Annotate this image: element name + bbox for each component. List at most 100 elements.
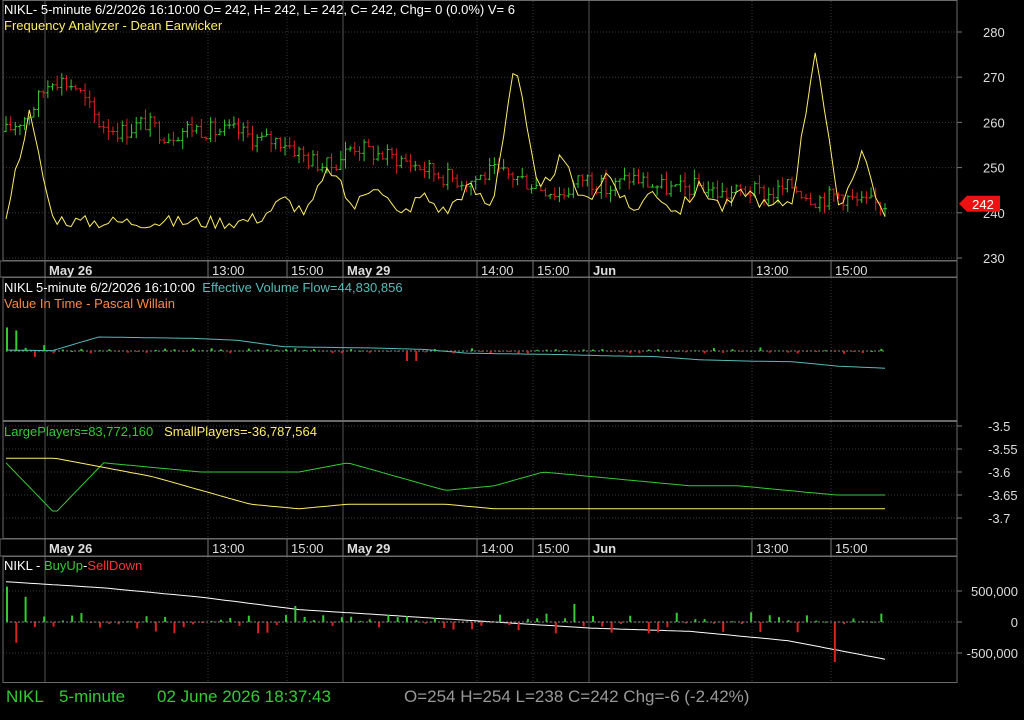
value-in-time-bar (675, 350, 678, 352)
value-in-time-bar (815, 351, 818, 352)
buysell-axis-label-2: -500,000 (967, 646, 1018, 661)
value-in-time-bar (15, 330, 18, 351)
value-in-time-bar (694, 350, 697, 352)
selldown-bar (796, 622, 799, 633)
value-in-time-bar (592, 349, 594, 351)
value-in-time-bar (33, 351, 36, 357)
selldown-bar (257, 622, 260, 634)
value-in-time-bar (182, 351, 185, 352)
value-in-time-bar (768, 351, 771, 353)
effective-volume-flow-line (5, 336, 886, 369)
selldown-bar (322, 615, 325, 622)
selldown-bar (778, 617, 781, 622)
value-in-time-bar (610, 351, 613, 352)
value-in-time-bar (433, 348, 436, 351)
selldown-bar (610, 622, 613, 633)
selldown-bar (285, 615, 288, 622)
selldown-bar (52, 622, 55, 627)
value-in-time-bar (303, 349, 306, 351)
small-players-label: SmallPlayers=-36,787,564 (164, 424, 317, 439)
selldown-bar (759, 622, 762, 633)
selldown-bar (396, 617, 399, 622)
value-in-time-bar (545, 349, 548, 351)
value-in-time-bar (833, 351, 836, 352)
selldown-bar (433, 617, 436, 622)
time-label-1-7: 13:00 (756, 541, 789, 556)
buysell-axis-label-0: 500,000 (971, 584, 1018, 599)
value-in-time-bar (712, 348, 715, 351)
selldown-bar (247, 615, 250, 622)
selldown-bar (508, 622, 511, 626)
value-in-time-bar (285, 349, 288, 351)
value-in-time-bar (117, 351, 120, 352)
value-in-time-bar (405, 351, 408, 361)
selldown-bar (657, 622, 660, 633)
time-label-1-2: 15:00 (291, 541, 324, 556)
selldown-bar (833, 622, 836, 662)
value-in-time-bar (266, 349, 269, 351)
selldown-bar (666, 622, 669, 628)
selldown-bar (647, 622, 650, 634)
volume-flow-symbol: NIKL 5-minute 6/2/2026 16:10:00 (4, 280, 196, 295)
selldown-bar (498, 614, 501, 622)
value-in-time-bar (89, 351, 92, 354)
value-in-time-bar (508, 351, 511, 352)
time-label-1-8: 15:00 (835, 541, 868, 556)
value-in-time-bar (526, 351, 529, 354)
players-axis-label-4: -3.7 (988, 511, 1010, 526)
value-in-time-bar (843, 351, 846, 354)
value-in-time-bar (24, 347, 27, 351)
value-in-time-bar (52, 351, 55, 354)
value-in-time-bar (275, 349, 278, 351)
selldown-bar (43, 616, 46, 622)
buysell-axis-label-1: 0 (1011, 615, 1018, 630)
value-in-time-bar (71, 350, 74, 352)
value-in-time-bar (173, 349, 176, 351)
selldown-bar (33, 622, 36, 628)
value-in-time-bar (554, 349, 557, 351)
value-in-time-bar (136, 351, 139, 353)
selldown-label: SellDown (87, 558, 143, 573)
time-axis-middle (0, 538, 958, 557)
selldown-bar (554, 622, 557, 634)
value-in-time-histogram (6, 327, 883, 361)
status-symbol: NIKL (6, 687, 44, 706)
value-in-time-bar (396, 351, 399, 352)
selldown-bar (275, 622, 278, 626)
time-axis-top (0, 260, 958, 278)
last-price-value: 242 (972, 197, 994, 212)
value-in-time-bar (871, 350, 874, 352)
value-in-time-bar (229, 351, 232, 354)
value-in-time-bar (573, 351, 576, 352)
value-in-time-bar (480, 351, 483, 353)
selldown-bar (675, 612, 678, 622)
chart-canvas[interactable]: May 26 13:00 15:00 May 29 14:00 15:00 Jun 13:00… (0, 0, 1024, 720)
selldown-bar (405, 616, 408, 622)
selldown-bar (340, 617, 343, 622)
time-label-1-0: May 26 (49, 541, 92, 556)
value-in-time-label: Value In Time - Pascal Willain (4, 296, 175, 311)
large-players-line (5, 462, 885, 512)
status-datetime: 02 June 2026 18:37:43 (157, 687, 331, 706)
selldown-bar (294, 606, 297, 622)
value-in-time-bar (192, 348, 195, 351)
selldown-bar (592, 615, 594, 622)
selldown-bar (173, 622, 176, 634)
price-axis-label-2: 260 (983, 115, 1005, 130)
players-axis-label-3: -3.65 (988, 488, 1018, 503)
time-label-0-4: 14:00 (481, 263, 514, 278)
value-in-time-bar (387, 351, 390, 353)
selldown-bar (750, 612, 753, 622)
time-label-1-6: Jun (593, 541, 616, 556)
selldown-bar (229, 617, 232, 622)
value-in-time-bar (824, 350, 827, 352)
price-axis-label-0: 280 (983, 25, 1005, 40)
value-in-time-bar (657, 349, 660, 351)
volume-flow-header: NIKL 5-minute 6/2/2026 16:10:00 Effectiv… (4, 280, 403, 295)
time-label-1-3: May 29 (347, 541, 390, 556)
time-label-0-1: 13:00 (212, 263, 245, 278)
value-in-time-bar (796, 351, 799, 354)
selldown-bar (80, 613, 83, 622)
time-label-0-6: Jun (593, 263, 616, 278)
value-in-time-bar (164, 348, 167, 351)
